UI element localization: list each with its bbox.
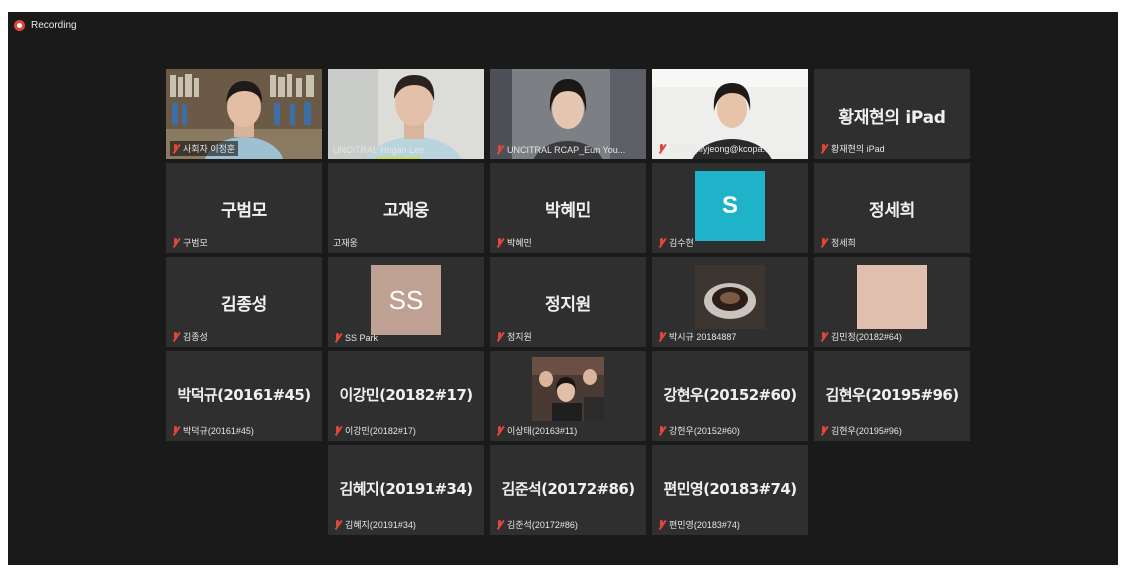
participant-tile[interactable]: 고재웅 고재웅 xyxy=(328,163,484,253)
mic-muted-icon xyxy=(657,331,666,342)
mic-muted-icon xyxy=(171,425,180,436)
recording-icon xyxy=(14,20,25,31)
participant-display-name: 박혜민 xyxy=(544,201,592,221)
profile-photo xyxy=(695,265,765,329)
participant-display-name: 박덕규(20161#45) xyxy=(177,386,312,404)
participant-name: SS Park xyxy=(332,332,381,344)
participant-tile[interactable]: UNCITRAL Hogan Lee xyxy=(328,69,484,159)
participant-name: 김혜지(20191#34) xyxy=(332,517,419,532)
mic-muted-icon xyxy=(333,425,342,436)
participant-tile[interactable]: 정세희 정세희 xyxy=(814,163,970,253)
mic-muted-icon xyxy=(333,519,342,530)
meeting-stage: Recording 사회자 이정훈 UNCITRAL Hogan Lee UNC… xyxy=(8,12,1118,565)
participant-display-name: 편민영(20183#74) xyxy=(663,480,798,498)
participant-name: 이상태(20163#11) xyxy=(494,423,580,438)
participant-tile[interactable]: 김민정(20182#64) xyxy=(814,257,970,347)
avatar: S xyxy=(695,171,765,241)
participant-tile[interactable]: S 김수현 xyxy=(652,163,808,253)
recording-label: Recording xyxy=(31,20,77,31)
participant-name: 김민정(20182#64) xyxy=(818,329,905,344)
participant-tile[interactable]: 황재현의 iPad 황재현의 iPad xyxy=(814,69,970,159)
participant-display-name: 강현우(20152#60) xyxy=(663,386,798,404)
mic-muted-icon xyxy=(819,237,828,248)
mic-muted-icon xyxy=(171,237,180,248)
profile-photo xyxy=(532,357,604,421)
participant-tile[interactable]: 이강민(20182#17) 이강민(20182#17) xyxy=(328,351,484,441)
participant-tile[interactable]: SS SS Park xyxy=(328,257,484,347)
participant-display-name: 황재현의 iPad xyxy=(838,108,946,128)
participant-tile[interactable]: 박덕규(20161#45) 박덕규(20161#45) xyxy=(166,351,322,441)
mic-muted-icon xyxy=(495,425,504,436)
participant-name: 김현우(20195#96) xyxy=(818,423,905,438)
mic-muted-icon xyxy=(657,519,666,530)
participant-name: 구범모 xyxy=(170,235,211,250)
audio-indicator xyxy=(376,157,420,159)
participant-display-name: 정세희 xyxy=(868,201,916,221)
participant-tile[interactable]: 김현우(20195#96) 김현우(20195#96) xyxy=(814,351,970,441)
mic-muted-icon xyxy=(495,145,504,155)
participant-tile[interactable]: 정성희(lilyjeong@kcopa... xyxy=(652,69,808,159)
mic-muted-icon xyxy=(657,425,666,436)
mic-muted-icon xyxy=(819,425,828,436)
mic-muted-icon xyxy=(657,237,666,248)
participant-display-name: 고재웅 xyxy=(382,201,430,221)
mic-muted-icon xyxy=(819,143,828,154)
participant-tile[interactable]: 김종성 김종성 xyxy=(166,257,322,347)
recording-indicator: Recording xyxy=(14,20,77,31)
mic-muted-icon xyxy=(495,519,504,530)
participant-tile[interactable]: 구범모 구범모 xyxy=(166,163,322,253)
participant-name: 박덕규(20161#45) xyxy=(170,423,257,438)
participant-tile[interactable]: 사회자 이정훈 xyxy=(166,69,322,159)
participant-name: 정지원 xyxy=(494,329,535,344)
mic-muted-icon xyxy=(657,143,666,154)
participant-tile[interactable]: UNCITRAL RCAP_Eun You... xyxy=(490,69,646,159)
participant-tile[interactable]: 박시규 20184887 xyxy=(652,257,808,347)
participant-tile[interactable]: 김준석(20172#86) 김준석(20172#86) xyxy=(490,445,646,535)
participant-name: UNCITRAL RCAP_Eun You... xyxy=(494,144,628,156)
participant-name: 정성희(lilyjeong@kcopa... xyxy=(656,141,773,156)
avatar: SS xyxy=(371,265,441,335)
participant-name: 박시규 20184887 xyxy=(656,329,739,344)
mic-muted-icon xyxy=(171,331,180,342)
participant-name: 사회자 이정훈 xyxy=(170,141,239,156)
participant-name: 김종성 xyxy=(170,329,211,344)
participant-name: 박혜민 xyxy=(494,235,535,250)
participant-display-name: 김혜지(20191#34) xyxy=(339,480,474,498)
participant-name: 편민영(20183#74) xyxy=(656,517,743,532)
participant-name: 정세희 xyxy=(818,235,859,250)
participant-display-name: 정지원 xyxy=(544,295,592,315)
participant-name: 이강민(20182#17) xyxy=(332,423,419,438)
participant-tile[interactable]: 강현우(20152#60) 강현우(20152#60) xyxy=(652,351,808,441)
participant-tile[interactable]: 박혜민 박혜민 xyxy=(490,163,646,253)
participant-display-name: 김준석(20172#86) xyxy=(501,480,636,498)
participant-tile[interactable]: 편민영(20183#74) 편민영(20183#74) xyxy=(652,445,808,535)
participant-tile[interactable]: 김혜지(20191#34) 김혜지(20191#34) xyxy=(328,445,484,535)
participant-tile[interactable]: 정지원 정지원 xyxy=(490,257,646,347)
mic-muted-icon xyxy=(819,331,828,342)
mic-muted-icon xyxy=(495,237,504,248)
mic-muted-icon xyxy=(171,143,180,154)
profile-photo xyxy=(857,265,927,329)
participant-display-name: 김종성 xyxy=(220,295,268,315)
participant-name: 김수현 xyxy=(656,235,697,250)
participant-name: UNCITRAL Hogan Lee xyxy=(333,145,425,155)
participant-display-name: 김현우(20195#96) xyxy=(825,386,960,404)
mic-muted-icon xyxy=(495,331,504,342)
mic-muted-icon xyxy=(333,333,342,343)
participant-display-name: 구범모 xyxy=(220,201,268,221)
participant-name: 김준석(20172#86) xyxy=(494,517,581,532)
participant-name: 강현우(20152#60) xyxy=(656,423,743,438)
participant-display-name: 이강민(20182#17) xyxy=(339,386,474,404)
participant-name: 고재웅 xyxy=(333,238,358,248)
participant-name: 황재현의 iPad xyxy=(818,141,888,156)
participant-tile[interactable]: 이상태(20163#11) xyxy=(490,351,646,441)
